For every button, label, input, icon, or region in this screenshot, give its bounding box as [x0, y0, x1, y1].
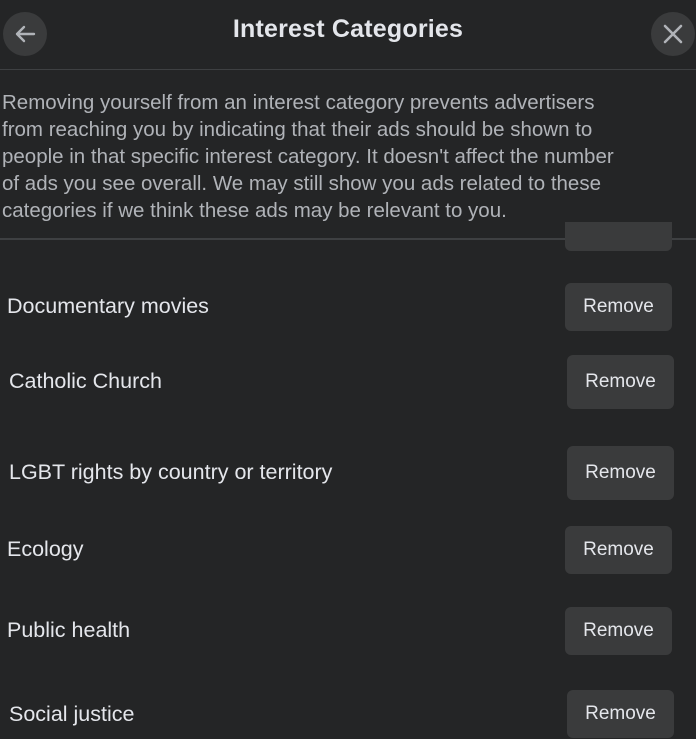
dialog-header: Interest Categories — [0, 0, 696, 70]
dialog-title: Interest Categories — [232, 15, 464, 43]
close-button[interactable] — [651, 12, 695, 56]
category-label-public-health: Public health — [7, 618, 131, 642]
remove-button-documentary-movies[interactable]: Remove — [565, 283, 672, 331]
category-label-catholic-church: Catholic Church — [9, 369, 162, 393]
description-line: Removing yourself from an interest categ… — [2, 91, 595, 114]
category-label-ecology: Ecology — [7, 537, 84, 561]
remove-button-social-justice[interactable]: Remove — [567, 690, 674, 738]
remove-button-lgbt-rights[interactable]: Remove — [567, 446, 674, 500]
remove-button-ecology[interactable]: Remove — [565, 526, 672, 574]
remove-button-catholic-church[interactable]: Remove — [567, 355, 674, 409]
close-icon — [663, 24, 683, 44]
description-line: categories if we think these ads may be … — [2, 199, 507, 222]
description-line: from reaching you by indicating that the… — [2, 118, 593, 141]
partially-scrolled-remove-button[interactable] — [565, 222, 672, 251]
category-label-lgbt-rights: LGBT rights by country or territory — [9, 460, 333, 484]
description-line: people in that specific interest categor… — [2, 145, 614, 168]
description-line: of ads you see overall. We may still sho… — [2, 172, 601, 195]
remove-button-public-health[interactable]: Remove — [565, 607, 672, 655]
category-label-social-justice: Social justice — [9, 702, 135, 726]
description-text: Removing yourself from an interest categ… — [2, 89, 696, 224]
category-label-documentary-movies: Documentary movies — [7, 294, 209, 318]
